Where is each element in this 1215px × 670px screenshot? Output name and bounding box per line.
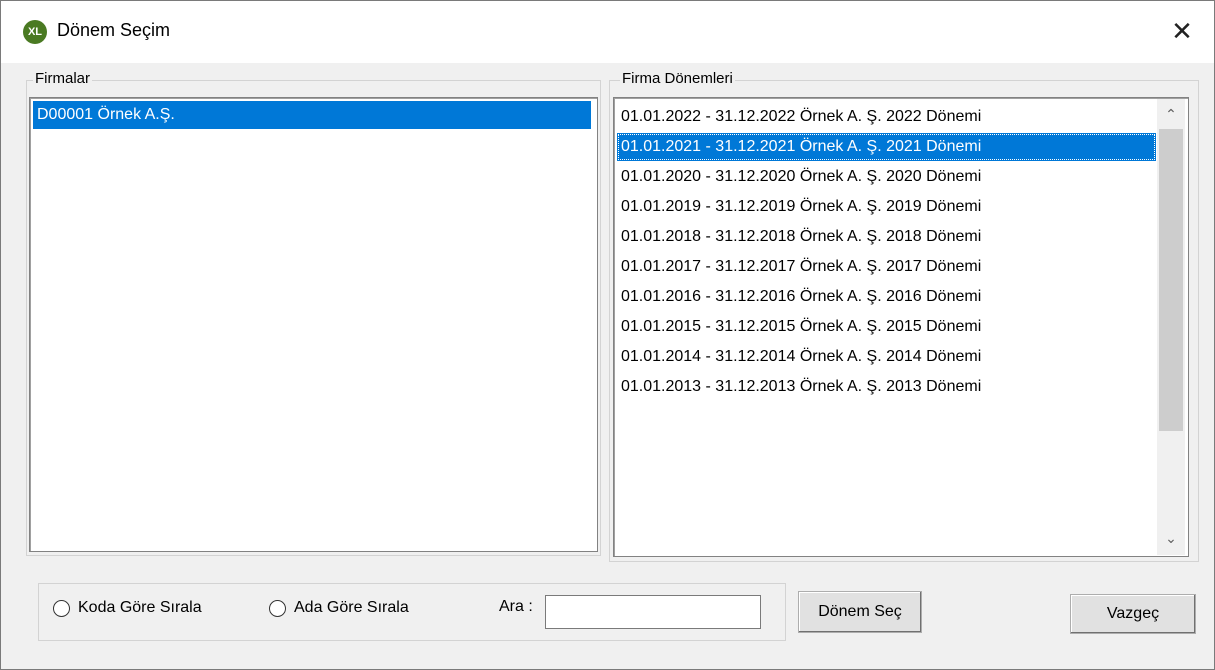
donem-list-item[interactable]: 01.01.2020 - 31.12.2020 Örnek A. Ş. 2020… (617, 163, 1156, 191)
donem-list-item[interactable]: 01.01.2022 - 31.12.2022 Örnek A. Ş. 2022… (617, 103, 1156, 131)
donem-sec-button[interactable]: Dönem Seç (798, 591, 922, 633)
vazgec-button[interactable]: Vazgeç (1070, 594, 1196, 634)
donem-list-item[interactable]: 01.01.2015 - 31.12.2015 Örnek A. Ş. 2015… (617, 313, 1156, 341)
donem-secim-dialog: XL Dönem Seçim ✕ Firmalar D00001 Örnek A… (0, 0, 1215, 670)
sort-by-name-label: Ada Göre Sırala (294, 599, 409, 616)
sort-by-code-label: Koda Göre Sırala (78, 599, 202, 616)
donem-list-item[interactable]: 01.01.2016 - 31.12.2016 Örnek A. Ş. 2016… (617, 283, 1156, 311)
donem-list-item[interactable]: 01.01.2019 - 31.12.2019 Örnek A. Ş. 2019… (617, 193, 1156, 221)
search-input[interactable] (545, 595, 761, 629)
donem-list-item[interactable]: 01.01.2014 - 31.12.2014 Örnek A. Ş. 2014… (617, 343, 1156, 371)
radio-circle-icon[interactable] (53, 599, 70, 617)
firma-donemleri-legend: Firma Dönemleri (620, 70, 735, 88)
vertical-scrollbar[interactable]: ⌃ ⌄ (1157, 99, 1185, 555)
close-icon[interactable]: ✕ (1165, 15, 1199, 49)
chevron-down-icon[interactable]: ⌄ (1157, 525, 1185, 553)
firmalar-legend: Firmalar (33, 70, 92, 88)
donem-list-item[interactable]: 01.01.2013 - 31.12.2013 Örnek A. Ş. 2013… (617, 373, 1156, 401)
sort-by-code-radio[interactable]: Koda Göre Sırala (53, 599, 202, 617)
window-title: Dönem Seçim (57, 20, 171, 40)
firma-donemleri-list[interactable]: ⌃ ⌄ 01.01.2022 - 31.12.2022 Örnek A. Ş. … (613, 97, 1189, 557)
donem-list-item[interactable]: 01.01.2017 - 31.12.2017 Örnek A. Ş. 2017… (617, 253, 1156, 281)
search-label: Ara : (499, 598, 533, 615)
scrollbar-thumb[interactable] (1159, 129, 1183, 431)
firma-list-item[interactable]: D00001 Örnek A.Ş. (33, 101, 591, 129)
donem-list-item[interactable]: 01.01.2021 - 31.12.2021 Örnek A. Ş. 2021… (617, 133, 1156, 161)
sort-by-name-radio[interactable]: Ada Göre Sırala (269, 599, 409, 617)
donem-list-item[interactable]: 01.01.2018 - 31.12.2018 Örnek A. Ş. 2018… (617, 223, 1156, 251)
title-bar[interactable]: XL Dönem Seçim ✕ (1, 1, 1214, 63)
app-logo-icon: XL (23, 20, 47, 44)
firmalar-list[interactable]: D00001 Örnek A.Ş. (29, 97, 598, 552)
radio-circle-icon[interactable] (269, 599, 286, 617)
chevron-up-icon[interactable]: ⌃ (1157, 101, 1185, 129)
